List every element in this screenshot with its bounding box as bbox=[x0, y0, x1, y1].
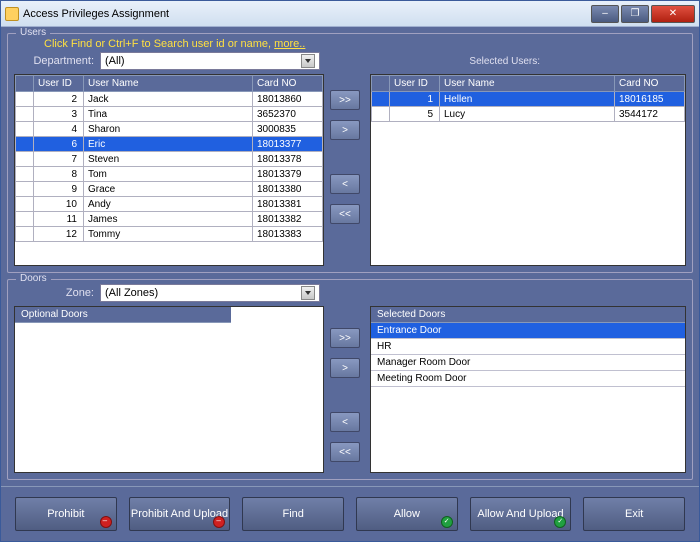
search-hint: Click Find or Ctrl+F to Search user id o… bbox=[44, 38, 686, 50]
optional-doors-pane[interactable]: Optional Doors bbox=[14, 306, 324, 473]
table-row[interactable]: 1Hellen18016185 bbox=[372, 92, 685, 107]
col-user-id: User ID bbox=[34, 76, 84, 92]
prohibit-upload-button[interactable]: Prohibit And Upload bbox=[129, 497, 231, 531]
doors-group: Doors Zone: (All Zones) Optional Doors >… bbox=[7, 279, 693, 480]
table-row[interactable]: 7Steven18013378 bbox=[16, 152, 323, 167]
footer-buttons: Prohibit Prohibit And Upload Find Allow … bbox=[1, 486, 699, 541]
minimize-button[interactable]: – bbox=[591, 5, 619, 23]
optional-doors-header: Optional Doors bbox=[15, 307, 231, 323]
selected-doors-pane[interactable]: Selected Doors Entrance DoorHRManager Ro… bbox=[370, 306, 686, 473]
table-row[interactable]: 4Sharon3000835 bbox=[16, 122, 323, 137]
table-row[interactable]: 3Tina3652370 bbox=[16, 107, 323, 122]
table-row[interactable]: 2Jack18013860 bbox=[16, 92, 323, 107]
zone-combo[interactable]: (All Zones) bbox=[100, 284, 320, 302]
find-button[interactable]: Find bbox=[242, 497, 344, 531]
selected-users-pane: User ID User Name Card NO 1Hellen1801618… bbox=[370, 74, 686, 266]
doors-group-title: Doors bbox=[16, 273, 51, 284]
add-button[interactable]: > bbox=[330, 120, 360, 140]
col-user-name: User Name bbox=[84, 76, 253, 92]
chevron-down-icon bbox=[301, 54, 315, 68]
col-user-id: User ID bbox=[390, 76, 440, 92]
remove-button[interactable]: < bbox=[330, 174, 360, 194]
users-group: Users Click Find or Ctrl+F to Search use… bbox=[7, 33, 693, 273]
titlebar: Access Privileges Assignment – ❐ ✕ bbox=[1, 1, 699, 27]
prohibit-icon bbox=[213, 516, 225, 528]
door-add-button[interactable]: > bbox=[330, 358, 360, 378]
department-value: (All) bbox=[105, 55, 125, 67]
prohibit-icon bbox=[100, 516, 112, 528]
table-row[interactable]: 12Tommy18013383 bbox=[16, 227, 323, 242]
selected-doors-header: Selected Doors bbox=[371, 307, 685, 323]
col-user-name: User Name bbox=[440, 76, 615, 92]
col-card-no: Card NO bbox=[615, 76, 685, 92]
available-users-table[interactable]: User ID User Name Card NO 2Jack180138603… bbox=[15, 75, 323, 242]
col-card-no: Card NO bbox=[253, 76, 323, 92]
door-remove-all-button[interactable]: << bbox=[330, 442, 360, 462]
list-item[interactable]: Meeting Room Door bbox=[371, 371, 685, 387]
table-row[interactable]: 8Tom18013379 bbox=[16, 167, 323, 182]
list-item[interactable]: Manager Room Door bbox=[371, 355, 685, 371]
allow-icon bbox=[441, 516, 453, 528]
table-row[interactable]: 6Eric18013377 bbox=[16, 137, 323, 152]
users-group-title: Users bbox=[16, 27, 50, 38]
chevron-down-icon bbox=[301, 286, 315, 300]
maximize-button[interactable]: ❐ bbox=[621, 5, 649, 23]
window-title: Access Privileges Assignment bbox=[23, 8, 591, 20]
department-label: Department: bbox=[14, 55, 94, 67]
exit-button[interactable]: Exit bbox=[583, 497, 685, 531]
available-users-pane: User ID User Name Card NO 2Jack180138603… bbox=[14, 74, 324, 266]
table-row[interactable]: 5Lucy3544172 bbox=[372, 107, 685, 122]
selected-users-table[interactable]: User ID User Name Card NO 1Hellen1801618… bbox=[371, 75, 685, 122]
allow-button[interactable]: Allow bbox=[356, 497, 458, 531]
close-button[interactable]: ✕ bbox=[651, 5, 695, 23]
allow-icon bbox=[554, 516, 566, 528]
add-all-button[interactable]: >> bbox=[330, 90, 360, 110]
door-remove-button[interactable]: < bbox=[330, 412, 360, 432]
zone-label: Zone: bbox=[14, 287, 94, 299]
remove-all-button[interactable]: << bbox=[330, 204, 360, 224]
allow-upload-button[interactable]: Allow And Upload bbox=[470, 497, 572, 531]
more-link[interactable]: more.. bbox=[274, 38, 305, 50]
department-combo[interactable]: (All) bbox=[100, 52, 320, 70]
table-row[interactable]: 10Andy18013381 bbox=[16, 197, 323, 212]
selected-users-label: Selected Users: bbox=[469, 56, 540, 67]
table-row[interactable]: 11James18013382 bbox=[16, 212, 323, 227]
app-window: Access Privileges Assignment – ❐ ✕ Users… bbox=[0, 0, 700, 542]
prohibit-button[interactable]: Prohibit bbox=[15, 497, 117, 531]
list-item[interactable]: HR bbox=[371, 339, 685, 355]
table-row[interactable]: 9Grace18013380 bbox=[16, 182, 323, 197]
app-icon bbox=[5, 7, 19, 21]
list-item[interactable]: Entrance Door bbox=[371, 323, 685, 339]
door-add-all-button[interactable]: >> bbox=[330, 328, 360, 348]
zone-value: (All Zones) bbox=[105, 287, 158, 299]
